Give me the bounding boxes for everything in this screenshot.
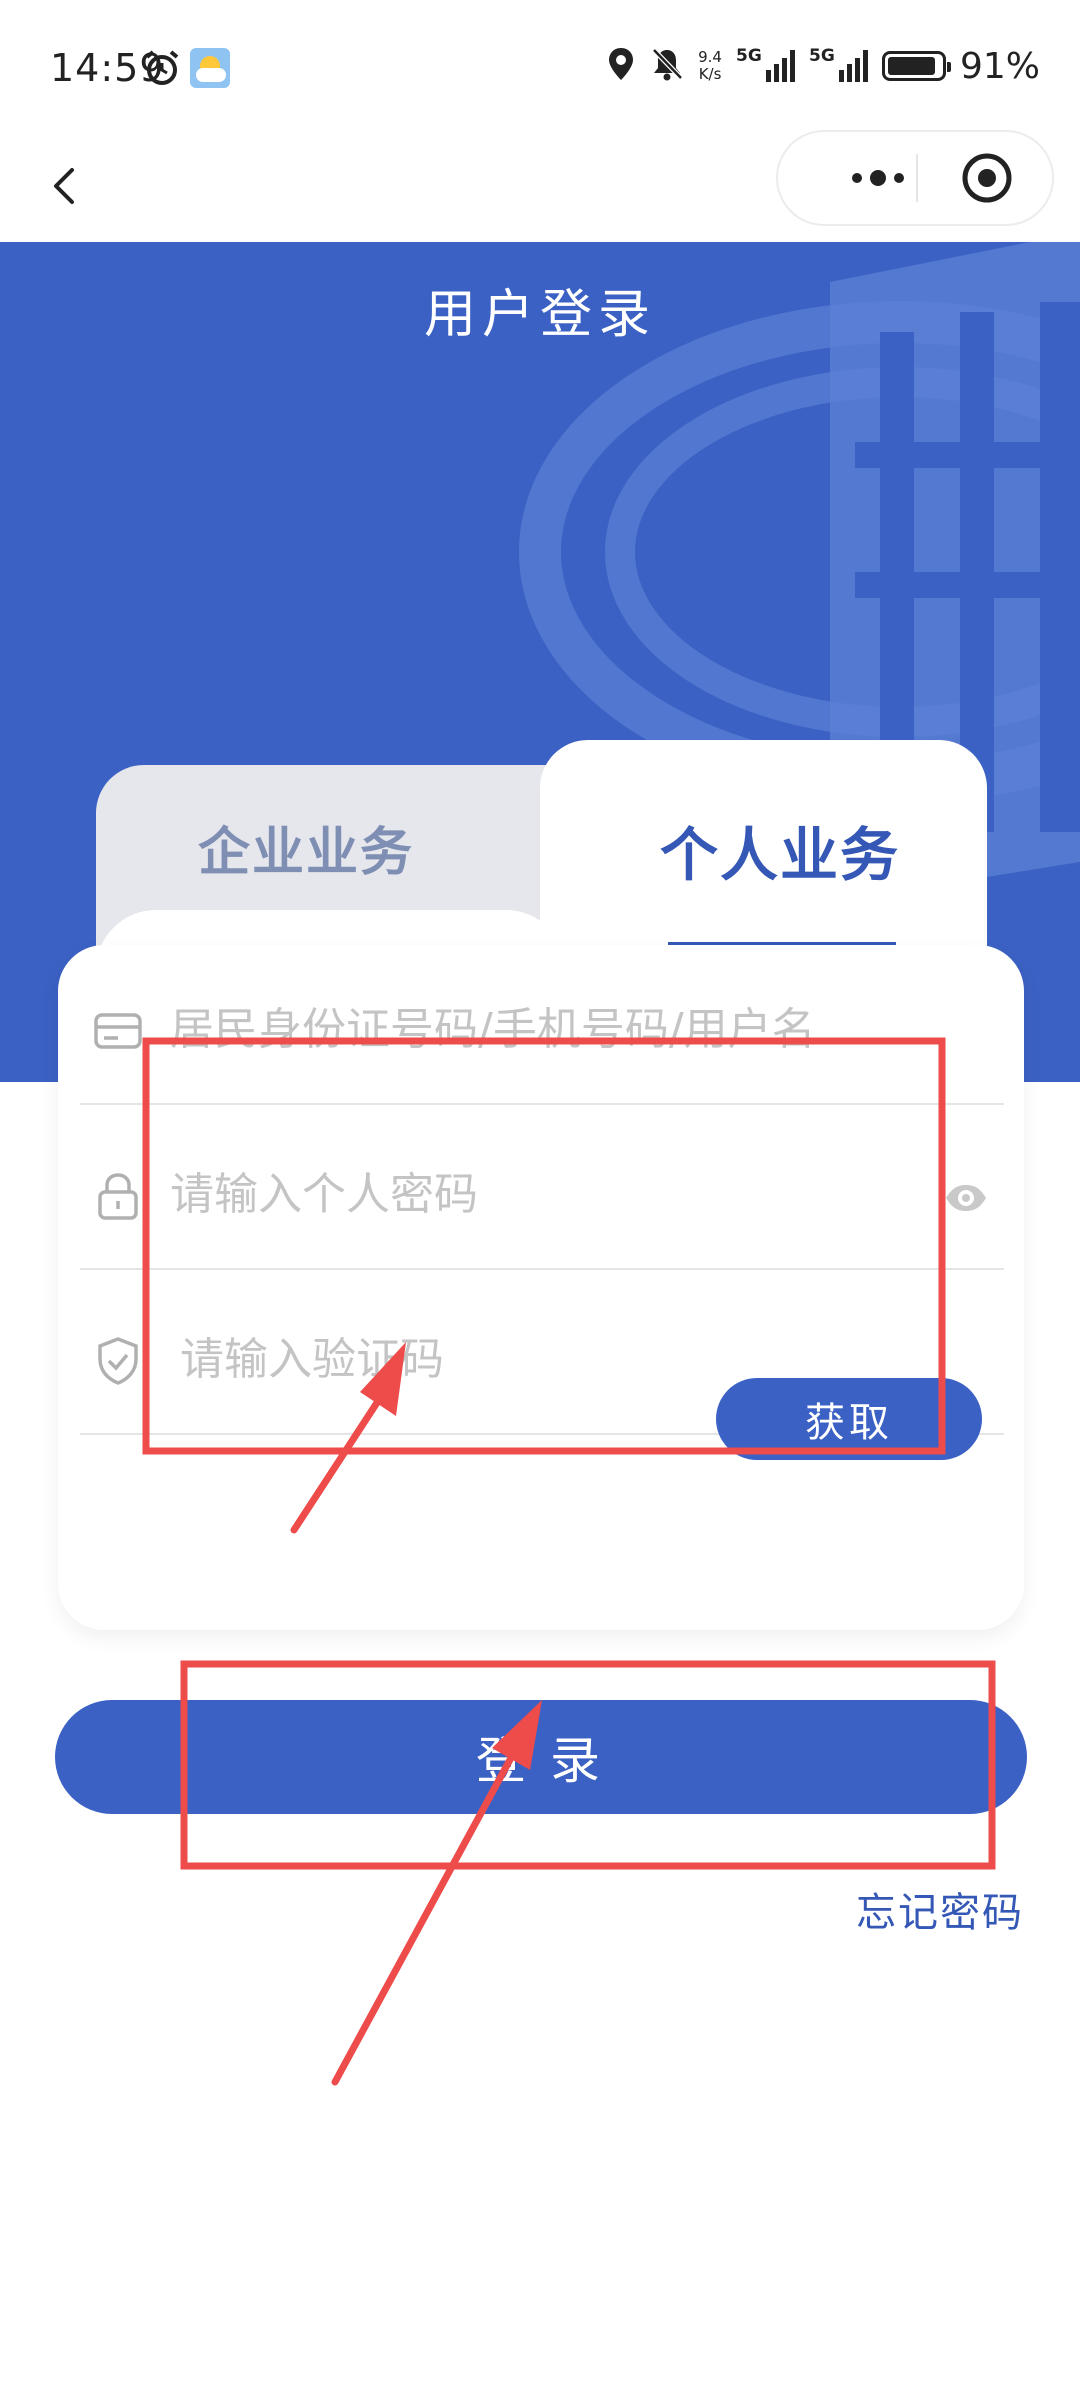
verification-code-input[interactable] — [180, 1327, 740, 1391]
status-bar: 14:59 9.4 K/s 5G 5G 91% — [0, 0, 1080, 130]
password-input[interactable] — [170, 1162, 870, 1226]
tab-enterprise[interactable]: 企业业务 — [96, 810, 516, 885]
password-field — [80, 1110, 1004, 1270]
net-speed: 9.4 K/s — [698, 48, 722, 83]
weather-icon — [190, 48, 230, 88]
target-circle-icon — [962, 153, 1012, 203]
battery-icon — [881, 51, 951, 81]
get-code-button[interactable]: 获取 — [716, 1378, 982, 1460]
more-button[interactable] — [818, 132, 938, 224]
location-icon — [606, 46, 636, 86]
signal-sim1: 5G — [736, 46, 795, 82]
nav-bar — [0, 130, 1080, 242]
login-button[interactable]: 登录 — [55, 1700, 1027, 1814]
account-field — [80, 945, 1004, 1105]
login-form-card: 获取 — [58, 945, 1024, 1630]
close-miniprogram-button[interactable] — [961, 152, 1013, 204]
back-button[interactable] — [36, 150, 96, 222]
signal-sim2: 5G — [809, 46, 868, 82]
battery-percent: 91% — [959, 45, 1040, 87]
account-input[interactable] — [170, 997, 870, 1061]
eye-icon[interactable] — [944, 1176, 988, 1220]
more-dots-icon — [852, 170, 904, 186]
chevron-left-icon — [54, 168, 74, 204]
tab-personal[interactable]: 个人业务 — [640, 808, 920, 892]
shield-check-icon — [98, 1337, 138, 1385]
id-card-icon — [94, 1013, 142, 1049]
mute-bell-icon — [650, 46, 684, 86]
alarm-icon — [142, 48, 182, 92]
page-title: 用户登录 — [423, 285, 656, 345]
forgot-password-link[interactable]: 忘记密码 — [856, 1880, 1024, 1938]
capsule-menu — [776, 130, 1054, 226]
lock-icon — [98, 1173, 138, 1220]
